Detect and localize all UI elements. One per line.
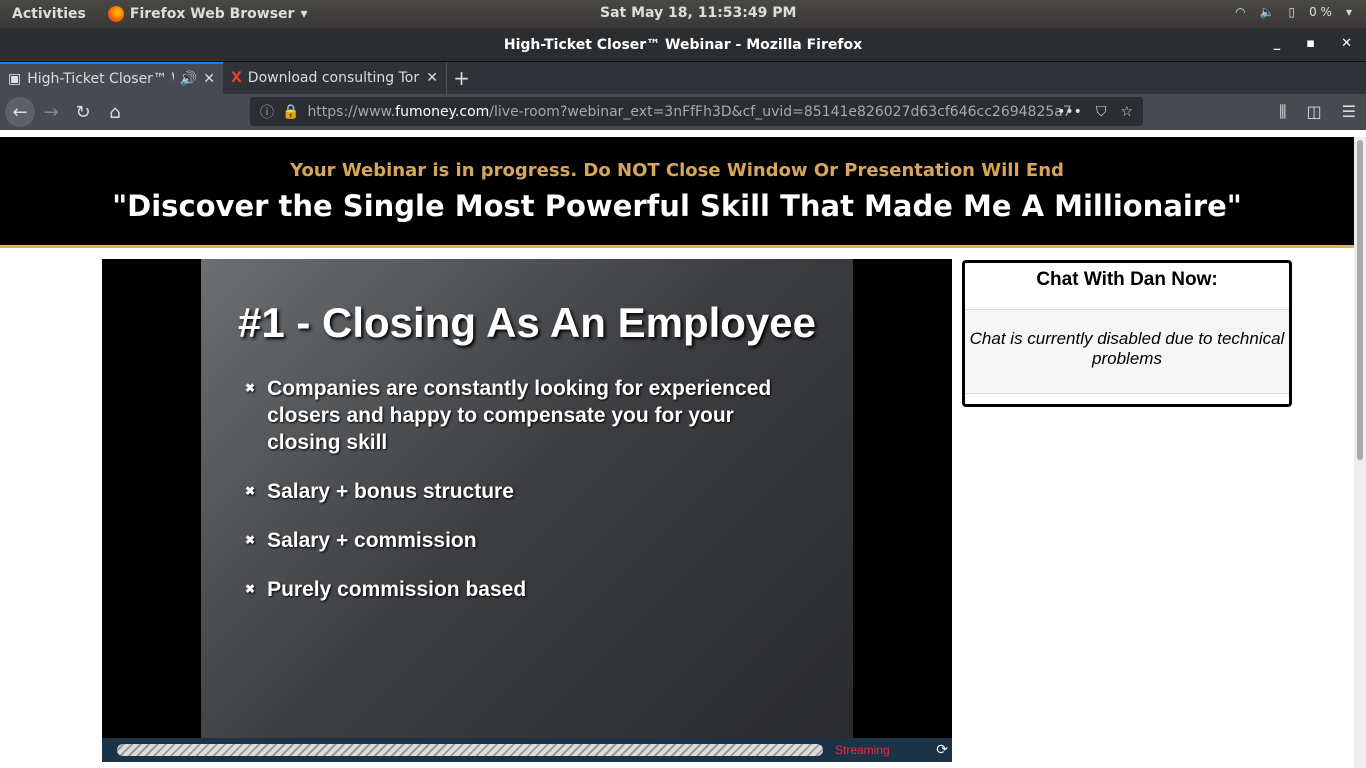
close-tab-icon[interactable]: ✕ — [203, 71, 215, 87]
tab-label: High-Ticket Closer™ Webinar — [27, 71, 174, 87]
chat-disabled-message: Chat is currently disabled due to techni… — [965, 310, 1289, 394]
tab-strip: ▣ High-Ticket Closer™ Webinar 🔊 ✕ X Download… — [0, 62, 1366, 94]
clock[interactable]: Sat May 18, 11:53:49 PM — [600, 5, 796, 21]
forward-button[interactable]: → — [35, 102, 67, 123]
slide-bullet: ✖ Purely commission based — [245, 578, 527, 601]
activities-button[interactable]: Activities — [12, 6, 86, 22]
chevron-down-icon: ▾ — [1345, 5, 1352, 19]
sidebar-icon[interactable]: ◫ — [1307, 102, 1322, 122]
url-bar[interactable]: ⓘ 🔒 https://www.fumoney.com/live-room?web… — [250, 97, 1143, 126]
home-button[interactable]: ⌂ — [99, 102, 131, 123]
menu-icon[interactable]: ☰ — [1342, 102, 1356, 122]
stream-progress-bar — [117, 744, 823, 756]
player-controls: Streaming ⟳ — [102, 738, 952, 762]
bullet-text: Salary + bonus structure — [267, 480, 514, 503]
system-tray[interactable]: ◠ 🔈 ▯ 0 % ▾ — [1235, 5, 1352, 19]
refresh-icon[interactable]: ⟳ — [936, 742, 948, 758]
battery-icon: ▯ — [1288, 5, 1296, 19]
slide-bullets: ✖ Companies are constantly looking for ex… — [245, 375, 853, 603]
video-player[interactable]: #1 - Closing As An Employee ✖ Companies a… — [102, 259, 952, 762]
slide-bullet: ✖ Companies are constantly looking for ex… — [245, 375, 805, 456]
progress-notice: Your Webinar is in progress. Do NOT Clos… — [290, 160, 1064, 181]
volume-icon: 🔈 — [1259, 5, 1275, 19]
slide-bullet: ✖ Salary + bonus structure — [245, 480, 514, 503]
library-icon[interactable]: ⫼ — [1279, 102, 1286, 122]
app-menu[interactable]: Firefox Web Browser ▾ — [107, 6, 308, 22]
battery-level: 0 % — [1309, 5, 1332, 19]
maximize-button[interactable]: ▪ — [1306, 36, 1315, 51]
url-prefix: https://www. — [307, 103, 396, 120]
lion-favicon-icon: ▣ — [8, 71, 22, 87]
lock-icon: 🔒 — [282, 103, 300, 120]
info-icon[interactable]: ⓘ — [260, 102, 274, 122]
chevron-down-icon: ▾ — [300, 6, 308, 22]
tab-webinar[interactable]: ▣ High-Ticket Closer™ Webinar 🔊 ✕ — [0, 62, 223, 94]
webinar-headline: "Discover the Single Most Powerful Skill… — [112, 189, 1242, 223]
webinar-banner: Your Webinar is in progress. Do NOT Clos… — [0, 137, 1354, 248]
firefox-icon — [107, 6, 124, 22]
speaker-icon[interactable]: 🔊 — [180, 71, 197, 87]
reload-button[interactable]: ↻ — [67, 102, 99, 123]
new-tab-button[interactable]: + — [446, 62, 476, 94]
slide-title: #1 - Closing As An Employee — [237, 299, 816, 346]
chat-title: Chat With Dan Now: — [965, 263, 1289, 310]
window-title: High-Ticket Closer™ Webinar - Mozilla Fi… — [503, 36, 863, 53]
window-titlebar: High-Ticket Closer™ Webinar - Mozilla Fi… — [0, 28, 1366, 62]
system-top-bar: Activities Firefox Web Browser ▾ Sat May … — [0, 0, 1366, 28]
url-domain: fumoney.com — [395, 103, 490, 120]
pocket-icon[interactable]: ⛉ — [1096, 104, 1107, 120]
bullet-text: Companies are constantly looking for exp… — [267, 377, 772, 454]
page-scrollbar[interactable] — [1354, 137, 1366, 768]
close-window-button[interactable]: ✕ — [1341, 36, 1352, 51]
minimize-button[interactable]: _ — [1274, 36, 1281, 51]
wifi-icon: ◠ — [1235, 5, 1246, 19]
presentation-slide: #1 - Closing As An Employee ✖ Companies a… — [201, 259, 853, 738]
url-path: /live-room?webinar_ext=3nFfFh3D&cf_uvid=… — [489, 103, 1072, 120]
star-icon[interactable]: ☆ — [1120, 104, 1133, 120]
slide-bullet: ✖ Salary + commission — [245, 529, 477, 552]
app-menu-label: Firefox Web Browser — [129, 6, 295, 22]
more-icon[interactable]: ••• — [1057, 104, 1082, 120]
nav-toolbar: ← → ↻ ⌂ ⓘ 🔒 https://www.fumoney.com/live-… — [0, 94, 1366, 130]
streaming-status: Streaming — [835, 743, 890, 757]
close-tab-icon[interactable]: ✕ — [426, 70, 438, 86]
chat-panel: Chat With Dan Now: Chat is currently dis… — [962, 260, 1292, 407]
tab-download[interactable]: X Download consulting Torrent ✕ — [223, 62, 446, 94]
bullet-text: Salary + commission — [267, 529, 477, 552]
bullet-text: Purely commission based — [267, 578, 527, 601]
tab-label: Download consulting Torrent — [247, 70, 420, 86]
scrollbar-thumb[interactable] — [1357, 140, 1363, 460]
x-favicon-icon: X — [231, 70, 242, 86]
back-button[interactable]: ← — [5, 97, 35, 127]
